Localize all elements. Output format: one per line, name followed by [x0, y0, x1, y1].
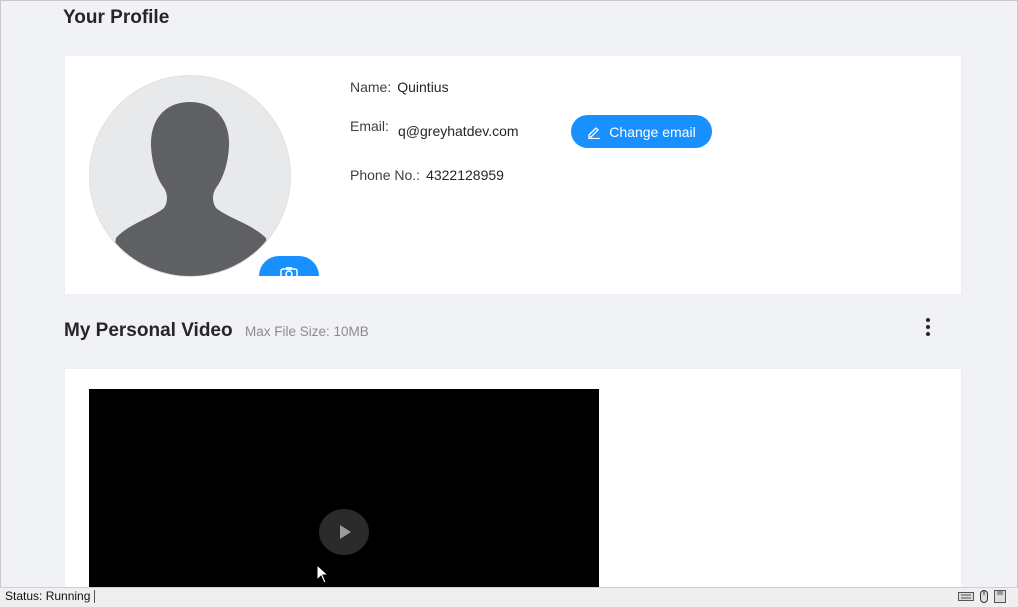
edit-pencil-icon	[588, 126, 601, 139]
phone-label: Phone No.:	[350, 167, 421, 183]
status-text-wrap: Status: Running	[5, 589, 96, 604]
email-value-row: q@greyhatdev.com	[398, 123, 519, 139]
avatar	[89, 75, 291, 277]
video-player[interactable]	[89, 389, 599, 588]
camera-icon	[280, 267, 298, 276]
page-viewport: Your Profile Name: Quintius Email: q@grey…	[0, 0, 1018, 588]
name-value: Quintius	[397, 79, 449, 95]
system-tray	[958, 590, 1006, 603]
status-text: Status: Running	[5, 589, 91, 603]
person-silhouette-icon	[110, 102, 270, 276]
change-email-button[interactable]: Change email	[571, 115, 712, 148]
phone-row: Phone No.: 4322128959	[350, 167, 504, 183]
phone-value: 4322128959	[426, 167, 504, 183]
email-label-row: Email:	[350, 118, 389, 134]
mouse-icon[interactable]	[978, 590, 990, 603]
mouse-pointer-icon	[316, 563, 330, 588]
name-row: Name: Quintius	[350, 79, 449, 95]
profile-card: Name: Quintius Email: q@greyhatdev.com Ch…	[64, 55, 962, 295]
more-vertical-icon	[926, 318, 930, 336]
email-label: Email:	[350, 118, 389, 134]
status-separator	[94, 590, 96, 604]
change-photo-button[interactable]	[259, 256, 319, 276]
profile-title: Your Profile	[63, 7, 170, 28]
name-label: Name:	[350, 79, 392, 95]
play-button[interactable]	[319, 509, 369, 555]
email-value: q@greyhatdev.com	[398, 123, 519, 139]
disk-icon[interactable]	[994, 590, 1006, 603]
video-card	[64, 368, 962, 588]
video-more-button[interactable]	[917, 317, 939, 339]
video-max-size: Max File Size: 10MB	[245, 324, 369, 339]
status-bar: Status: Running	[0, 587, 1018, 607]
video-section-title: My Personal Video	[64, 320, 233, 341]
keyboard-icon[interactable]	[958, 590, 974, 602]
play-icon	[340, 525, 351, 539]
change-email-label: Change email	[609, 123, 696, 140]
